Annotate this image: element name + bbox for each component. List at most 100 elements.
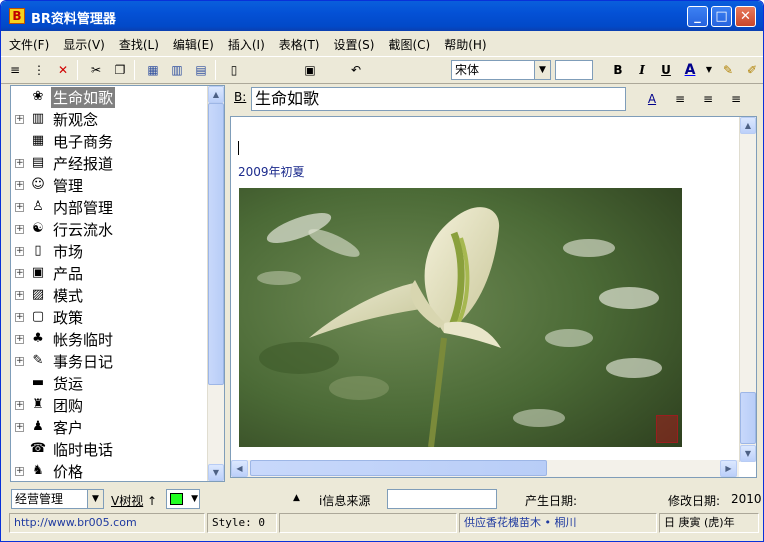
menu-file[interactable]: 文件(F) — [9, 36, 49, 53]
tree-item-label: 模式 — [53, 286, 84, 305]
scroll-up-button[interactable]: ▲ — [740, 117, 756, 134]
tree-item[interactable]: + ▣ 产品 — [11, 262, 85, 284]
expand-icon[interactable]: + — [15, 180, 24, 190]
tree-item[interactable]: + ▢ 政策 — [11, 306, 85, 328]
highlight-icon[interactable]: ✎ — [718, 60, 738, 80]
scroll-thumb[interactable] — [250, 460, 547, 476]
chevron-down-icon[interactable]: ▼ — [191, 490, 198, 508]
undo-icon[interactable]: ↶ — [346, 60, 366, 80]
expand-icon[interactable]: + — [15, 422, 24, 432]
scroll-left-button[interactable]: ◀ — [231, 460, 248, 477]
status-bar: http://www.br005.com Style: 0 供应香花槐苗木 • … — [1, 513, 763, 535]
book-icon: ▢ — [31, 309, 45, 324]
delete-icon[interactable]: ✕ — [53, 60, 73, 80]
align-right-icon[interactable]: ≡ — [726, 89, 746, 109]
expand-icon[interactable]: + — [15, 246, 24, 256]
scroll-right-button[interactable]: ▶ — [720, 460, 737, 477]
bold-button[interactable]: B — [608, 60, 628, 80]
expand-icon[interactable]: + — [15, 334, 24, 344]
scroll-thumb[interactable] — [740, 392, 756, 444]
scroll-up-button[interactable]: ▲ — [208, 86, 224, 103]
tree-view-toggle[interactable]: V树视 ↑ — [111, 492, 157, 509]
color-picker-button[interactable]: ▼ — [166, 489, 200, 509]
maximize-button[interactable]: □ — [711, 6, 732, 27]
tree-item[interactable]: + ♞ 价格 — [11, 460, 85, 481]
move-down-icon[interactable]: ▥ — [167, 60, 187, 80]
chevron-down-icon[interactable]: ▼ — [534, 61, 550, 79]
new-document-icon[interactable]: ▯ — [224, 60, 244, 80]
collapse-arrow-icon[interactable]: ▲ — [293, 493, 300, 503]
sort-icon[interactable]: ▤ — [191, 60, 211, 80]
font-color-dropdown-icon[interactable]: ▼ — [704, 60, 714, 80]
close-button[interactable]: ✕ — [735, 6, 756, 27]
paste-icon[interactable]: ▣ — [300, 60, 320, 80]
menu-help[interactable]: 帮助(H) — [444, 36, 486, 53]
tree-item[interactable]: + ♙ 内部管理 — [11, 196, 115, 218]
tree-item-label: 电子商务 — [53, 132, 114, 151]
add-child-icon[interactable]: ⋮ — [29, 60, 49, 80]
align-center-icon[interactable]: ≡ — [698, 89, 718, 109]
scroll-down-button[interactable]: ▼ — [740, 445, 756, 462]
font-size-input[interactable] — [555, 60, 593, 80]
title-bar[interactable]: B BR资料管理器 _ □ ✕ — [1, 1, 763, 31]
cut-icon[interactable]: ✂ — [86, 60, 106, 80]
add-sibling-icon[interactable]: ≡ — [5, 60, 25, 80]
underline-button[interactable]: U — [656, 60, 676, 80]
status-url[interactable]: http://www.br005.com — [9, 513, 205, 533]
text-caret — [238, 141, 239, 155]
tree-item[interactable]: + ▥ 新观念 — [11, 108, 100, 130]
move-up-icon[interactable]: ▦ — [143, 60, 163, 80]
scroll-down-button[interactable]: ▼ — [208, 464, 224, 481]
expand-icon[interactable]: + — [15, 202, 24, 212]
tree-item[interactable]: + ☯ 行云流水 — [11, 218, 115, 240]
expand-icon[interactable]: + — [15, 466, 24, 476]
info-source-input[interactable] — [387, 489, 497, 509]
menu-settings[interactable]: 设置(S) — [333, 36, 374, 53]
expand-icon[interactable]: + — [15, 114, 24, 124]
expand-icon[interactable]: + — [15, 158, 24, 168]
menu-insert[interactable]: 插入(I) — [228, 36, 265, 53]
italic-button[interactable]: I — [632, 60, 652, 80]
clear-format-icon[interactable]: ✐ — [742, 60, 762, 80]
tree-item[interactable]: ▬ 货运 — [11, 372, 85, 394]
tree-item[interactable]: + ▯ 市场 — [11, 240, 85, 262]
font-color-button[interactable]: A — [680, 60, 700, 80]
tree-item[interactable]: + ▤ 产经报道 — [11, 152, 115, 174]
item-title-input[interactable]: 生命如歌 — [251, 87, 626, 111]
tree-item[interactable]: ❀ 生命如歌 — [11, 86, 116, 108]
status-ad-text[interactable]: 供应香花槐苗木 • 桐川 — [459, 513, 657, 533]
align-left-icon[interactable]: ≡ — [670, 89, 690, 109]
editor-vertical-scrollbar[interactable]: ▲ ▼ — [739, 117, 756, 462]
scroll-thumb[interactable] — [208, 103, 224, 385]
category-tree[interactable]: ❀ 生命如歌 + ▥ 新观念 ▦ 电子商务 + ▤ 产经报道 + ☺ 管理 + ♙ 内部管理 + ☯ 行云流水 + ▯ 市… — [10, 85, 225, 482]
editor-horizontal-scrollbar[interactable]: ◀ ▶ — [231, 460, 739, 477]
tree-item[interactable]: ▦ 电子商务 — [11, 130, 115, 152]
minimize-button[interactable]: _ — [687, 6, 708, 27]
flower-photo — [239, 188, 682, 447]
tree-item[interactable]: + ♜ 团购 — [11, 394, 85, 416]
menu-find[interactable]: 查找(L) — [119, 36, 159, 53]
tree-item[interactable]: + ▨ 模式 — [11, 284, 85, 306]
tree-item[interactable]: + ♟ 客户 — [11, 416, 85, 438]
chevron-down-icon[interactable]: ▼ — [87, 490, 103, 508]
menu-screenshot[interactable]: 截图(C) — [388, 36, 430, 53]
expand-icon[interactable]: + — [15, 268, 24, 278]
expand-icon[interactable]: + — [15, 312, 24, 322]
menu-edit[interactable]: 编辑(E) — [173, 36, 214, 53]
expand-icon[interactable]: + — [15, 400, 24, 410]
expand-icon[interactable]: + — [15, 356, 24, 366]
content-editor[interactable]: 2009年初夏 ▲ ▼ ◀ ▶ — [230, 116, 757, 478]
expand-icon[interactable]: + — [15, 224, 24, 234]
tree-item[interactable]: + ♣ 帐务临时 — [11, 328, 115, 350]
tree-item[interactable]: + ☺ 管理 — [11, 174, 85, 196]
expand-icon[interactable]: + — [15, 290, 24, 300]
copy-icon[interactable]: ❐ — [110, 60, 130, 80]
tree-item[interactable]: ☎ 临时电话 — [11, 438, 115, 460]
text-style-icon[interactable]: A — [642, 89, 662, 109]
tree-vertical-scrollbar[interactable]: ▲ ▼ — [207, 86, 224, 481]
menu-table[interactable]: 表格(T) — [279, 36, 320, 53]
font-name-select[interactable]: 宋体 ▼ — [451, 60, 551, 80]
tree-item[interactable]: + ✎ 事务日记 — [11, 350, 115, 372]
menu-view[interactable]: 显示(V) — [63, 36, 105, 53]
category-select[interactable]: 经营管理 ▼ — [11, 489, 104, 509]
